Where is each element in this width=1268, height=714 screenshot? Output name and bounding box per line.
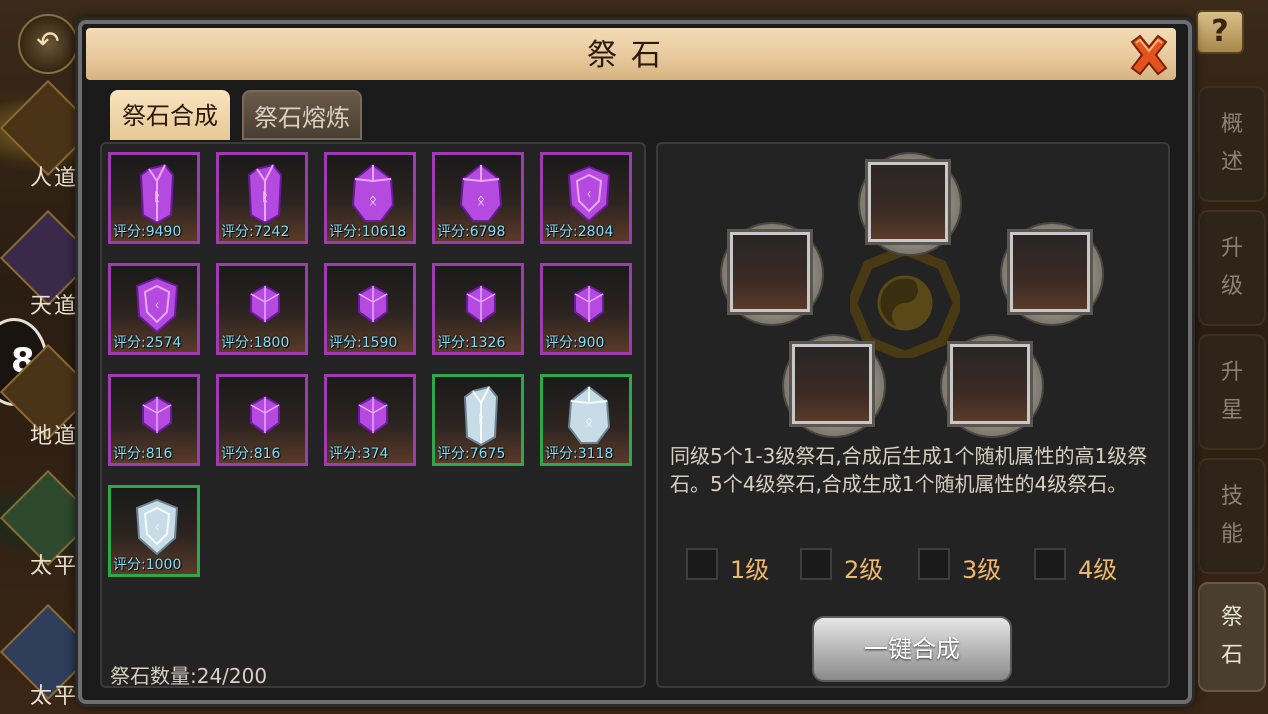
stone-score: 评分:9490 <box>113 224 182 240</box>
rune-stone-icon: ᚱ <box>247 163 283 225</box>
stone-slot[interactable]: ᚲ 评分:1000 <box>108 485 200 577</box>
level-1-label: 1级 <box>730 556 770 584</box>
stone-slot[interactable]: ᚱ 评分:9490 <box>108 152 200 244</box>
help-button[interactable]: ? <box>1196 10 1244 54</box>
stone-score: 评分:2804 <box>545 224 614 240</box>
level-1-checkbox[interactable] <box>686 548 718 580</box>
svg-text:ᚱ: ᚱ <box>261 190 268 204</box>
svg-text:ᛟ: ᛟ <box>369 193 377 209</box>
stone-slot[interactable]: 评分:1800 <box>216 263 308 355</box>
one-key-synthesize-button[interactable]: 一键合成 <box>812 616 1012 682</box>
altar-slot-3[interactable] <box>1010 232 1090 312</box>
synthesis-description: 同级5个1-3级祭石,合成后生成1个随机属性的高1级祭石。5个4级祭石,合成生成… <box>670 444 1148 496</box>
stone-score: 评分:374 <box>329 446 389 462</box>
dialog-header: 祭石 <box>86 28 1176 80</box>
rune-stone-icon <box>250 395 280 435</box>
stone-score: 评分:1000 <box>113 557 182 573</box>
stone-slot[interactable]: 评分:1590 <box>324 263 416 355</box>
svg-text:ᚲ: ᚲ <box>153 298 161 314</box>
bg-label: 天道 <box>30 294 79 319</box>
svg-text:ᚱ: ᚱ <box>477 412 484 426</box>
stone-slot[interactable]: ᛟ 评分:10618 <box>324 152 416 244</box>
level-2-label: 2级 <box>844 556 884 584</box>
dialog-title: 祭石 <box>587 38 675 73</box>
stone-score: 评分:6798 <box>437 224 506 240</box>
svg-text:ᚲ: ᚲ <box>585 187 593 203</box>
rune-stone-icon: ᛟ <box>351 163 395 222</box>
svg-text:ᛟ: ᛟ <box>585 415 593 431</box>
stone-slot[interactable]: 评分:816 <box>216 374 308 466</box>
stone-score: 评分:10618 <box>329 224 407 240</box>
svg-text:ᛟ: ᛟ <box>477 193 485 209</box>
stone-score: 评分:1800 <box>221 335 290 351</box>
rune-stone-icon: ᚲ <box>135 498 179 556</box>
svg-text:ᚱ: ᚱ <box>153 190 160 204</box>
altar-slot-1[interactable] <box>868 162 948 242</box>
level-3-checkbox[interactable] <box>918 548 950 580</box>
stone-slot[interactable]: ᚲ 评分:2574 <box>108 263 200 355</box>
stone-slot[interactable]: 评分:816 <box>108 374 200 466</box>
rune-stone-icon: ᚲ <box>135 276 179 334</box>
stone-score: 评分:900 <box>545 335 605 351</box>
rune-stone-icon: ᚲ <box>567 165 611 223</box>
stone-slot[interactable]: ᚲ 评分:2804 <box>540 152 632 244</box>
rune-stone-icon <box>358 284 388 324</box>
bagua-emblem-icon <box>850 248 960 358</box>
rune-stone-icon <box>466 284 496 324</box>
side-tab-levelup[interactable]: 升 级 <box>1198 210 1266 326</box>
level-4-label: 4级 <box>1078 556 1118 584</box>
stone-score: 评分:2574 <box>113 335 182 351</box>
back-arrow-icon[interactable]: ↶ <box>18 14 78 74</box>
stone-score: 评分:3118 <box>545 446 614 462</box>
stone-score: 评分:7242 <box>221 224 290 240</box>
rune-stone-icon: ᛟ <box>459 163 503 222</box>
altar-slot-2[interactable] <box>730 232 810 312</box>
rune-stone-icon <box>574 284 604 324</box>
rune-stone-icon <box>358 395 388 435</box>
altar-slot-5[interactable] <box>950 344 1030 424</box>
stone-slot[interactable]: ᛟ 评分:3118 <box>540 374 632 466</box>
rune-stone-icon <box>250 284 280 324</box>
stone-count: 祭石数量:24/200 <box>110 664 268 688</box>
stone-slot[interactable]: 评分:900 <box>540 263 632 355</box>
synthesis-panel: 同级5个1-3级祭石,合成后生成1个随机属性的高1级祭石。5个4级祭石,合成生成… <box>656 142 1170 688</box>
bg-label: 人道 <box>30 166 79 191</box>
stone-slot[interactable]: ᚱ 评分:7675 <box>432 374 524 466</box>
stone-slot[interactable]: ᚱ 评分:7242 <box>216 152 308 244</box>
stone-slot[interactable]: 评分:1326 <box>432 263 524 355</box>
rune-stone-icon: ᚱ <box>139 163 175 225</box>
rune-stone-icon: ᚱ <box>463 385 499 447</box>
side-tab-overview[interactable]: 概 述 <box>1198 86 1266 202</box>
altar-slot-4[interactable] <box>792 344 872 424</box>
side-tab-sacrificial-stone[interactable]: 祭 石 <box>1198 582 1266 692</box>
stone-score: 评分:7675 <box>437 446 506 462</box>
sacrificial-stone-dialog: 祭石 祭石合成 祭石熔炼 ᚱ 评分:9490 ᚱ 评分:7242 ᛟ 评分:10618 ᛟ 评… <box>78 20 1192 704</box>
level-2-checkbox[interactable] <box>800 548 832 580</box>
stone-score: 评分:816 <box>113 446 173 462</box>
bg-label: 太平 <box>30 554 79 579</box>
stone-inventory-panel: ᚱ 评分:9490 ᚱ 评分:7242 ᛟ 评分:10618 ᛟ 评分:6798 ᚲ 评分:280… <box>100 142 646 688</box>
svg-text:ᚲ: ᚲ <box>153 520 161 536</box>
level-4-checkbox[interactable] <box>1034 548 1066 580</box>
level-3-label: 3级 <box>962 556 1002 584</box>
stone-slot[interactable]: ᛟ 评分:6798 <box>432 152 524 244</box>
stone-score: 评分:816 <box>221 446 281 462</box>
rune-stone-icon: ᛟ <box>567 385 611 444</box>
side-tab-skills[interactable]: 技 能 <box>1198 458 1266 574</box>
rune-stone-icon <box>142 395 172 435</box>
side-tab-starup[interactable]: 升 星 <box>1198 334 1266 450</box>
tab-stone-smelting[interactable]: 祭石熔炼 <box>242 90 362 140</box>
tab-stone-synthesis[interactable]: 祭石合成 <box>110 90 230 140</box>
stone-score: 评分:1590 <box>329 335 398 351</box>
close-icon[interactable] <box>1126 32 1172 78</box>
stone-slot[interactable]: 评分:374 <box>324 374 416 466</box>
bg-label: 地道 <box>30 424 79 449</box>
stone-score: 评分:1326 <box>437 335 506 351</box>
